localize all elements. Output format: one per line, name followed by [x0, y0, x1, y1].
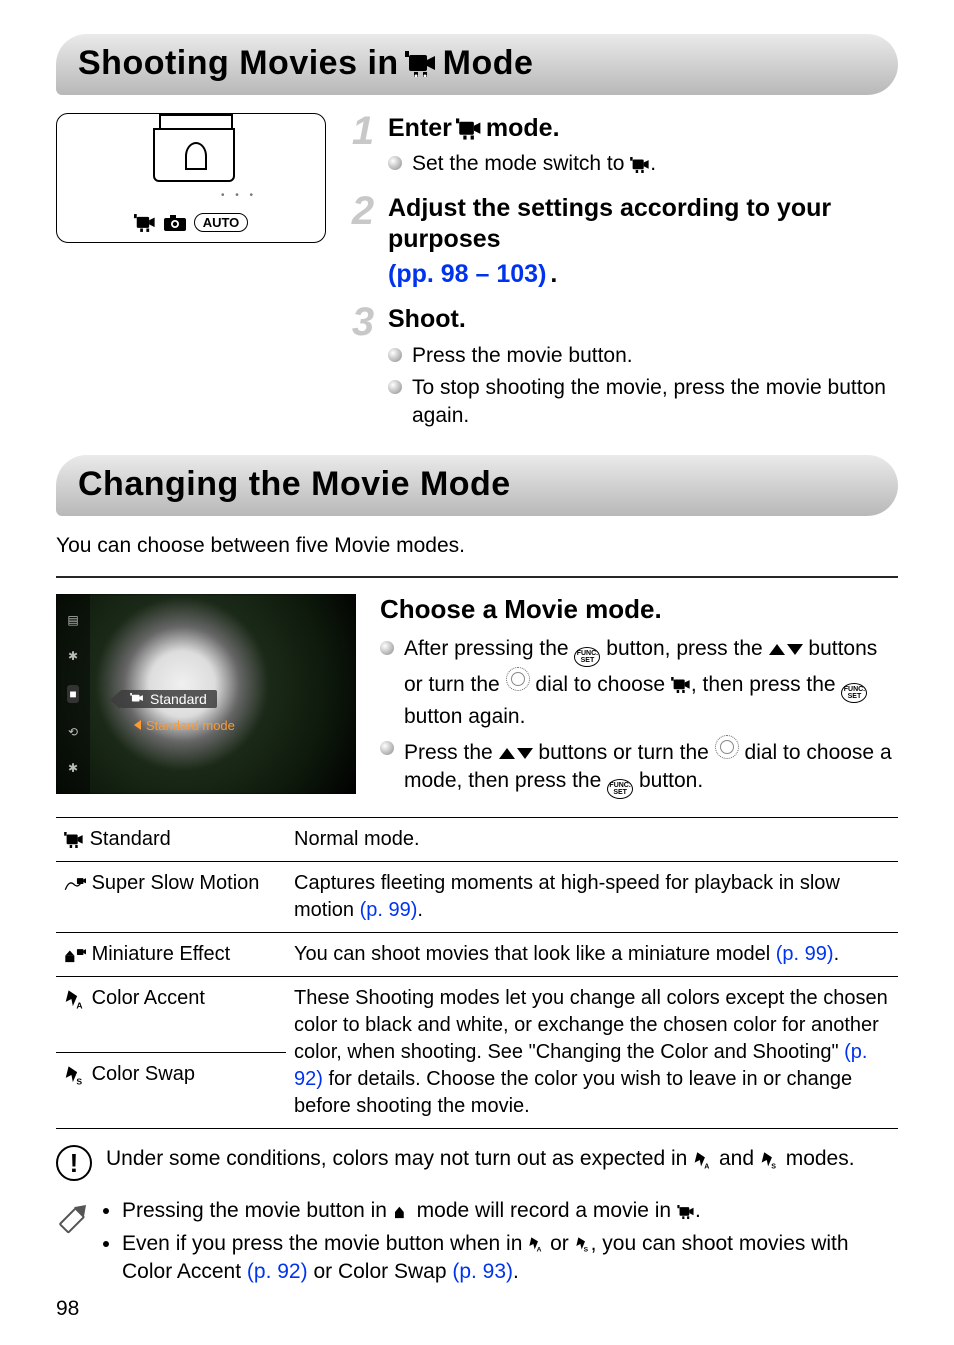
- lcd-strip-icon: ■: [67, 685, 78, 703]
- title1-pre: Shooting Movies in: [78, 44, 399, 83]
- color-accent-icon: A: [64, 989, 86, 1009]
- control-dial-icon: [715, 735, 739, 759]
- section-header-changing-movie-mode: Changing the Movie Mode: [56, 455, 898, 516]
- camera-still-icon: [164, 215, 186, 231]
- step-1-bullet: Set the mode switch to .: [388, 150, 898, 178]
- page-ref-link[interactable]: (p. 93): [452, 1260, 513, 1283]
- movie-mode-table: Standard Normal mode. Super Slow Motion …: [56, 817, 898, 1129]
- up-down-buttons-icon: [769, 644, 803, 655]
- movie-mode-icon: [130, 693, 144, 704]
- mode-switch-row: AUTO: [57, 213, 325, 232]
- step-1: 1 Enter mode. Set the mode switch to: [348, 113, 898, 179]
- step-2: 2 Adjust the settings according to your …: [348, 193, 898, 291]
- mode-name: Standard: [90, 828, 171, 850]
- camera-lcd-screenshot: ▤ ✱ ■ ⟲ ✱ Standard Standard mode: [56, 594, 356, 794]
- mode-desc: Normal mode.: [286, 818, 898, 862]
- page-ref-link[interactable]: (pp. 98 – 103): [388, 259, 546, 290]
- movie-mode-icon: [134, 214, 156, 232]
- bullet-dot-icon: [380, 741, 394, 755]
- movie-mode-icon: [456, 118, 482, 140]
- step-2-title: Adjust the settings according to your pu…: [388, 193, 898, 291]
- color-swap-icon: S: [64, 1065, 86, 1085]
- func-set-button-icon: FUNC.SET: [841, 683, 867, 703]
- page-ref-link[interactable]: (p. 92): [247, 1260, 308, 1283]
- tip-note: Pressing the movie button in mode will r…: [56, 1197, 898, 1290]
- mode-name: Super Slow Motion: [92, 872, 260, 894]
- color-accent-small-icon: A: [528, 1236, 544, 1252]
- page-number: 98: [56, 1297, 79, 1321]
- svg-text:A: A: [76, 1000, 82, 1009]
- step-number: 1: [348, 113, 378, 149]
- lcd-selected-mode-subtitle: Standard mode: [134, 718, 235, 733]
- table-row: A Color Accent These Shooting modes let …: [56, 977, 898, 1053]
- section-divider: [56, 576, 898, 578]
- choose-bullet-1: After pressing the FUNC.SET button, pres…: [380, 635, 898, 731]
- section-title-2: Changing the Movie Mode: [78, 465, 876, 504]
- super-slow-motion-icon: [64, 875, 86, 893]
- choose-movie-mode-title: Choose a Movie mode.: [380, 594, 898, 625]
- pencil-note-icon: [51, 1195, 96, 1240]
- lcd-strip-icon: ✱: [68, 761, 78, 775]
- svg-text:A: A: [704, 1163, 709, 1169]
- miniature-effect-icon: [393, 1205, 411, 1219]
- step-number: 3: [348, 304, 378, 340]
- step-1-title: Enter mode.: [388, 113, 898, 144]
- camera-mode-switch-illustration: • • • AUTO: [56, 113, 326, 243]
- step-3-bullet-1: Press the movie button.: [388, 342, 898, 370]
- bullet-dot-icon: [388, 348, 402, 362]
- color-swap-icon: S: [760, 1151, 780, 1169]
- section-header-shooting-movies: Shooting Movies in Mode: [56, 34, 898, 95]
- movie-mode-icon: [405, 51, 437, 77]
- intro-text: You can choose between five Movie modes.: [56, 534, 898, 558]
- movie-mode-icon: [64, 832, 84, 848]
- svg-text:S: S: [583, 1246, 588, 1252]
- lcd-selected-mode-banner: Standard: [120, 690, 217, 708]
- table-row: Standard Normal mode.: [56, 818, 898, 862]
- color-accent-icon: A: [693, 1151, 713, 1169]
- svg-text:S: S: [76, 1076, 82, 1085]
- table-row: Super Slow Motion Captures fleeting mome…: [56, 862, 898, 933]
- page-ref-link[interactable]: (p. 99): [360, 899, 418, 921]
- page-ref-link[interactable]: (p. 99): [776, 943, 834, 965]
- miniature-effect-icon: [64, 946, 86, 964]
- step-3-title: Shoot.: [388, 304, 898, 335]
- lcd-strip-icon: ▤: [67, 613, 78, 627]
- table-row: Miniature Effect You can shoot movies th…: [56, 933, 898, 977]
- tip-item-1: Pressing the movie button in mode will r…: [122, 1197, 898, 1225]
- movie-mode-icon: [630, 157, 650, 173]
- func-set-button-icon: FUNC.SET: [607, 779, 633, 799]
- mode-name: Color Swap: [92, 1063, 195, 1085]
- mode-name: Color Accent: [92, 987, 205, 1009]
- auto-mode-badge: AUTO: [194, 213, 249, 232]
- title1-post: Mode: [443, 44, 534, 83]
- mode-name: Miniature Effect: [92, 943, 231, 965]
- bullet-dot-icon: [380, 641, 394, 655]
- movie-mode-icon: [677, 1205, 695, 1219]
- bullet-dot-icon: [388, 380, 402, 394]
- bullet-dot-icon: [388, 156, 402, 170]
- up-down-buttons-icon: [499, 748, 533, 759]
- svg-text:S: S: [771, 1163, 776, 1169]
- func-set-button-icon: FUNC.SET: [574, 647, 600, 667]
- step-number: 2: [348, 193, 378, 229]
- caution-icon: !: [56, 1145, 92, 1181]
- step-3-bullet-2: To stop shooting the movie, press the mo…: [388, 374, 898, 431]
- lcd-strip-icon: ✱: [68, 649, 78, 663]
- svg-text:A: A: [537, 1246, 542, 1252]
- control-dial-icon: [506, 667, 530, 691]
- choose-bullet-2: Press the buttons or turn the dial to ch…: [380, 735, 898, 799]
- mode-desc: You can shoot movies that look like a mi…: [294, 943, 776, 965]
- warning-note: ! Under some conditions, colors may not …: [56, 1145, 898, 1181]
- step-3: 3 Shoot. Press the movie button. To stop…: [348, 304, 898, 430]
- tip-item-2: Even if you press the movie button when …: [122, 1230, 898, 1287]
- lcd-strip-icon: ⟲: [68, 725, 78, 739]
- section-title-1: Shooting Movies in Mode: [78, 44, 876, 83]
- color-swap-small-icon: S: [575, 1236, 591, 1252]
- movie-mode-icon: [671, 677, 691, 693]
